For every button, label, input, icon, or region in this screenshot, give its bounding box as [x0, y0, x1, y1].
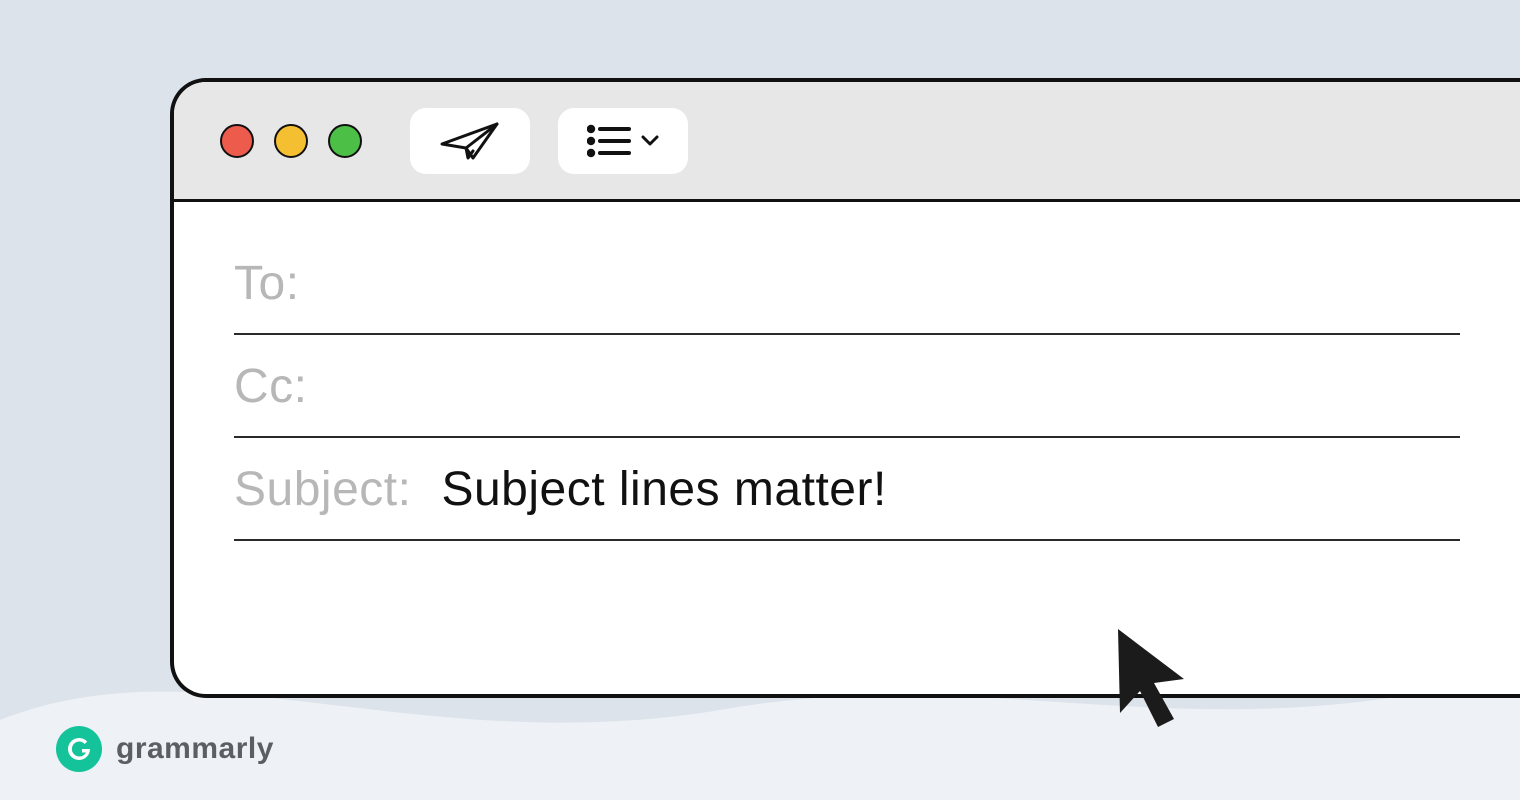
window-titlebar [174, 82, 1520, 202]
cc-label: Cc: [234, 359, 308, 414]
compose-fields: To: Cc: Subject: Subject lines matter! [174, 202, 1520, 541]
brand-name: grammarly [116, 732, 274, 766]
format-list-button[interactable] [558, 108, 688, 174]
close-button[interactable] [220, 124, 254, 158]
traffic-lights [220, 124, 362, 158]
send-button[interactable] [410, 108, 530, 174]
to-field[interactable]: To: [234, 232, 1460, 335]
list-icon [587, 124, 631, 158]
subject-value: Subject lines matter! [441, 462, 886, 517]
g-icon [65, 735, 93, 763]
subject-label: Subject: [234, 462, 411, 517]
brand-mark [56, 726, 102, 772]
subject-field[interactable]: Subject: Subject lines matter! [234, 438, 1460, 541]
zoom-button[interactable] [328, 124, 362, 158]
cursor-icon [1108, 623, 1198, 733]
chevron-down-icon [641, 134, 659, 148]
compose-window: To: Cc: Subject: Subject lines matter! [170, 78, 1520, 698]
to-label: To: [234, 256, 300, 311]
cc-field[interactable]: Cc: [234, 335, 1460, 438]
brand-logo[interactable]: grammarly [56, 726, 274, 772]
paper-plane-icon [439, 120, 501, 162]
minimize-button[interactable] [274, 124, 308, 158]
